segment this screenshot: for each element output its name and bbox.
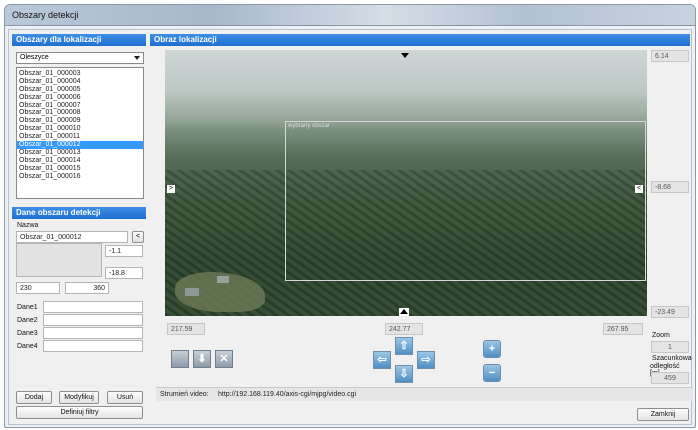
list-item[interactable]: Obszar_01_000011 [17, 133, 143, 141]
list-item[interactable]: Obszar_01_000007 [17, 102, 143, 110]
tilt-top-readout: 6.14 [651, 50, 689, 62]
dane3-label: Dane3 [17, 330, 38, 337]
save-icon[interactable]: ⬇ [193, 350, 211, 368]
list-item[interactable]: Obszar_01_000015 [17, 165, 143, 173]
view-header: Obraz lokalizacji [150, 34, 690, 46]
clear-icon[interactable]: ✕ [215, 350, 233, 368]
zoom-label: Zoom [652, 332, 670, 339]
distance-value: 459 [651, 372, 689, 384]
name-pick-button[interactable]: < [132, 231, 144, 243]
zoom-value: 1 [651, 341, 689, 353]
tilt-bottom-readout: -23.49 [651, 306, 689, 318]
dane1-label: Dane1 [17, 304, 38, 311]
building-roof [185, 288, 199, 296]
arrow-up-icon[interactable]: ⇧ [395, 337, 413, 355]
dane4-field[interactable] [43, 340, 143, 352]
list-item[interactable]: Obszar_01_000010 [17, 125, 143, 133]
right-marker-icon[interactable]: < [635, 185, 643, 193]
tilt-mid-readout: -8.68 [651, 181, 689, 193]
coord-top-field[interactable]: -1.1 [105, 245, 143, 257]
dane2-field[interactable] [43, 314, 143, 326]
delete-button[interactable]: Usuń [107, 391, 143, 404]
list-item[interactable]: Obszar_01_000003 [17, 70, 143, 78]
arrow-down-icon[interactable]: ⇩ [395, 365, 413, 383]
dane3-field[interactable] [43, 327, 143, 339]
pan-right-readout: 267.95 [603, 323, 643, 335]
coord-bottom-field[interactable]: -18.8 [105, 267, 143, 279]
close-button[interactable]: Zamknij [637, 408, 689, 421]
stream-label: Strumień video: [160, 391, 209, 398]
pan-left-readout: 217.59 [167, 323, 205, 335]
left-marker-icon[interactable]: > [167, 185, 175, 193]
area-data-header: Dane obszaru detekcji [12, 207, 146, 219]
building-roof [217, 276, 229, 283]
list-item[interactable]: Obszar_01_000014 [17, 157, 143, 165]
list-item[interactable]: Obszar_01_000013 [17, 149, 143, 157]
areas-header: Obszary dla lokalizacji [12, 34, 146, 46]
list-item[interactable]: Obszar_01_000016 [17, 173, 143, 181]
areas-list[interactable]: Obszar_01_000003 Obszar_01_000004 Obszar_0… [16, 67, 144, 199]
name-label: Nazwa [17, 222, 39, 229]
zoom-in-icon[interactable]: + [483, 340, 501, 358]
list-item[interactable]: Obszar_01_000008 [17, 109, 143, 117]
dane4-label: Dane4 [17, 343, 38, 350]
name-field[interactable]: Obszar_01_000012 [16, 231, 128, 243]
area-preview [16, 243, 102, 277]
list-item[interactable]: Obszar_01_000005 [17, 86, 143, 94]
location-select-value: Oleszyce [20, 54, 49, 61]
dane1-field[interactable] [43, 301, 143, 313]
zoom-out-icon[interactable]: − [483, 364, 501, 382]
window-title: Obszary detekcji [12, 10, 79, 20]
selected-area-label: wybrany obszar [288, 123, 331, 129]
distance-label-line1: Szacunkowa [652, 355, 692, 362]
top-marker-icon[interactable] [401, 53, 409, 58]
list-item[interactable]: Obszar_01_000009 [17, 117, 143, 125]
coord-left-field[interactable]: 230 [16, 282, 60, 294]
list-item[interactable]: Obszar_01_000004 [17, 78, 143, 86]
define-filters-button[interactable]: Definiuj filtry [16, 406, 143, 419]
modify-button[interactable]: Modyfikuj [59, 391, 99, 404]
window-client-area: Obszary dla lokalizacji Oleszyce Obszar_… [8, 29, 693, 425]
dane2-label: Dane2 [17, 317, 38, 324]
bottom-marker-icon[interactable] [399, 308, 409, 316]
list-item[interactable]: Obszar_01_000006 [17, 94, 143, 102]
arrow-left-icon[interactable]: ⇦ [373, 351, 391, 369]
detection-areas-window: Obszary detekcji Obszary dla lokalizacji… [4, 4, 696, 428]
add-button[interactable]: Dodaj [16, 391, 52, 404]
camera-view[interactable]: wybrany obszar > < [165, 50, 647, 316]
title-bar: Obszary detekcji [5, 5, 695, 26]
coord-right-field[interactable]: 360 [65, 282, 109, 294]
stream-url: http://192.168.119.40/axis-cgi/mjpg/vide… [218, 391, 357, 398]
list-item[interactable]: Obszar_01_000012 [17, 141, 143, 149]
pan-mid-readout: 242.77 [385, 323, 423, 335]
location-select[interactable]: Oleszyce [16, 52, 144, 64]
chevron-down-icon[interactable] [134, 56, 140, 60]
rectangle-tool-icon[interactable] [171, 350, 189, 368]
arrow-right-icon[interactable]: ⇨ [417, 351, 435, 369]
stream-status-bar: Strumień video: http://192.168.119.40/ax… [156, 387, 693, 401]
selected-area-rectangle[interactable]: wybrany obszar [285, 121, 646, 281]
